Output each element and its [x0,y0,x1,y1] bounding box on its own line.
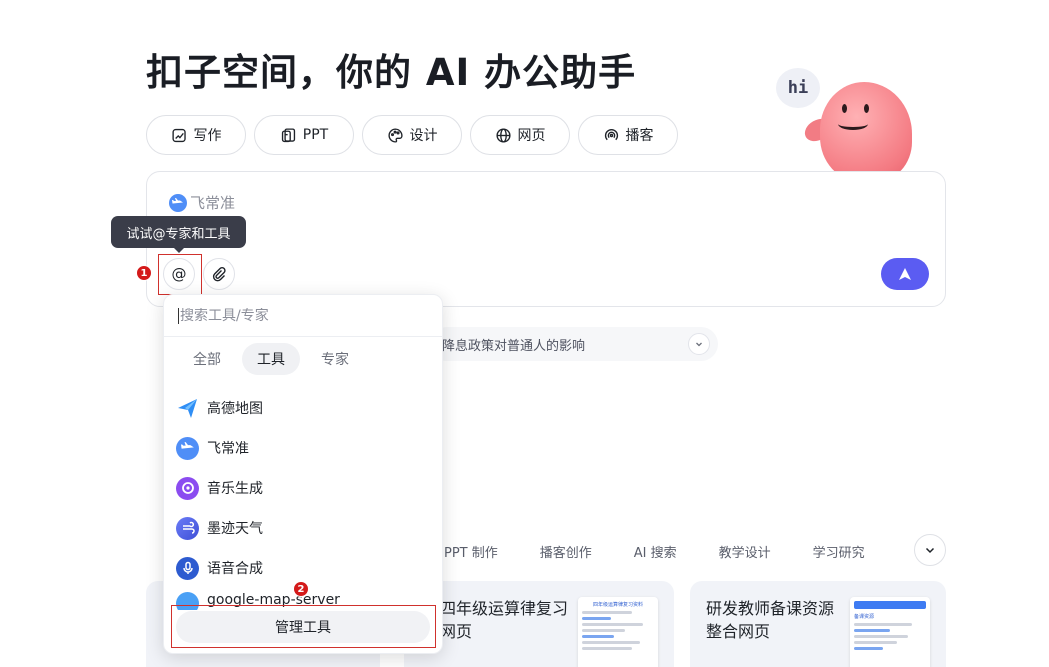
mode-chips: 写作 PPT 设计 网页 播客 [146,115,678,155]
tool-label: 音乐生成 [207,481,263,497]
selected-tool-label: 飞常准 [190,194,236,212]
mascot-bubble: hi [776,68,820,108]
tool-label: 飞常准 [207,441,249,457]
category-podcast[interactable]: 播客创作 [540,542,592,561]
category-teaching[interactable]: 教学设计 [719,542,771,561]
tool-label: 语音合成 [207,561,263,577]
category-tabs: PPT 制作 播客创作 AI 搜索 教学设计 学习研究 [444,542,907,561]
attach-button[interactable] [203,258,235,290]
tool-item-flight[interactable]: 飞常准 [176,428,340,468]
tool-item-music[interactable]: 音乐生成 [176,468,340,508]
tab-all[interactable]: 全部 [178,343,236,375]
category-ppt[interactable]: PPT 制作 [444,542,498,561]
card-title: 研发教师备课资源整合网页 [706,599,835,641]
suggestion-pill[interactable]: 降息政策对普通人的影响 [430,327,718,361]
categories-expand-button[interactable] [914,534,946,566]
thumb-header [854,601,926,609]
plane-icon [176,436,199,460]
send-button[interactable] [881,258,929,290]
chip-writing[interactable]: 写作 [146,115,246,155]
category-study[interactable]: 学习研究 [813,542,865,561]
chip-label: 设计 [409,128,438,144]
plane-icon [169,193,187,212]
dropdown-tabs: 全部 工具 专家 [178,343,364,375]
chip-label: 网页 [517,128,546,144]
amap-icon [176,397,199,420]
page-title: 扣子空间，你的 AI 办公助手 [146,51,637,94]
thumb-line [582,617,611,620]
card-title: 四年级运算律复习网页 [440,599,569,641]
example-card-math[interactable]: 四年级运算律复习网页 四年级运算律复习资料 [404,581,674,667]
thumb-line [582,623,644,626]
globe-icon [495,127,511,143]
search-input[interactable] [178,307,418,324]
ppt-icon [281,127,295,142]
step-marker-2: 2 [293,581,309,597]
thumb-line [854,635,908,638]
step-marker-1: 1 [136,265,152,281]
chevron-down-icon [925,547,935,554]
thumb-line [582,641,640,644]
weather-icon [176,516,199,540]
mention-tooltip: 试试@专家和工具 [111,216,246,253]
music-icon [176,476,199,500]
thumb-line [854,629,890,632]
chip-label: 播客 [625,128,654,144]
page: 扣子空间，你的 AI 办公助手 hi 写作 PPT 设计 网页 播客 飞常准 @… [0,0,1049,667]
suggestion-text: 降息政策对普通人的影响 [442,338,586,354]
selected-tool-tag[interactable]: 飞常准 [169,192,235,213]
tool-label: 高德地图 [207,401,263,417]
card-thumbnail: 备课资源 [850,597,930,667]
chip-label: PPT [302,127,329,143]
thumb-line [854,641,898,644]
highlight-box-mention [158,254,202,295]
example-card-teacher[interactable]: 研发教师备课资源整合网页 备课资源 [690,581,946,667]
thumb-line [854,647,883,650]
highlight-box-manage [171,605,436,648]
chip-ppt[interactable]: PPT [254,115,354,155]
category-ai-search[interactable]: AI 搜索 [634,542,677,561]
pen-image-icon [171,128,186,142]
palette-icon [387,127,403,143]
chip-label: 写作 [193,128,222,144]
tool-label: 墨迹天气 [207,521,263,537]
chevron-down-icon[interactable] [688,333,710,355]
mention-dropdown: 全部 工具 专家 高德地图 飞常准 音乐生成 [163,294,443,654]
thumb-line [582,647,633,650]
microphone-icon [176,556,199,580]
card-thumbnail: 四年级运算律复习资料 [578,597,658,667]
send-arrow-icon [899,268,911,280]
chip-webpage[interactable]: 网页 [470,115,570,155]
tab-tools[interactable]: 工具 [242,343,300,375]
tool-item-amap[interactable]: 高德地图 [176,388,340,428]
tool-item-tts[interactable]: 语音合成 [176,548,340,588]
mascot-smile [838,118,868,130]
tab-experts[interactable]: 专家 [306,343,364,375]
podcast-icon [604,128,618,140]
mascot-eye [842,104,847,113]
mascot-eye [864,104,869,113]
mascot: hi [772,64,922,182]
thumb-line [582,635,615,638]
mascot-body [820,82,912,182]
chip-design[interactable]: 设计 [362,115,462,155]
dropdown-search [164,295,442,337]
thumb-title: 四年级运算律复习资料 [592,602,643,608]
thumb-line [582,629,626,632]
chip-podcast[interactable]: 播客 [578,115,678,155]
thumb-title: 备课资源 [854,614,875,620]
thumb-line [582,611,633,614]
tool-item-weather[interactable]: 墨迹天气 [176,508,340,548]
prompt-input-card[interactable]: 飞常准 [146,171,946,307]
paperclip-icon [212,266,226,282]
thumb-line [854,623,912,626]
tool-list: 高德地图 飞常准 音乐生成 墨迹天气 语音合成 google-map-serve… [176,388,340,610]
